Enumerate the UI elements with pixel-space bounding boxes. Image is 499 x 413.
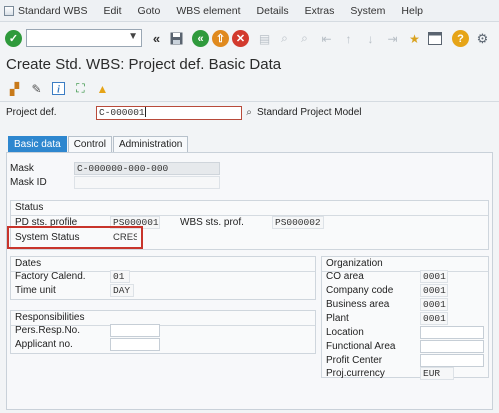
menu-standard-wbs[interactable]: Standard WBS	[18, 5, 87, 17]
wbs-status-profile-label: WBS sts. prof.	[180, 217, 244, 228]
business-area-label: Business area	[326, 299, 390, 310]
factory-calendar-input[interactable]: 01	[110, 270, 130, 283]
mask-id-label: Mask ID	[10, 177, 47, 188]
next-page-icon[interactable]: ↓	[362, 30, 379, 47]
co-area-label: CO area	[326, 271, 364, 282]
wbs-status-profile-input[interactable]: PS000002	[272, 216, 324, 229]
tab-basic-data[interactable]: Basic data	[8, 136, 67, 152]
divider	[0, 101, 499, 102]
menu-wbs-element[interactable]: WBS element	[176, 5, 240, 17]
menu-edit[interactable]: Edit	[103, 5, 121, 17]
status-group-title: Status	[15, 202, 44, 213]
project-def-input[interactable]: C-000001	[96, 106, 242, 120]
co-area-input[interactable]: 0001	[420, 270, 448, 283]
applicant-number-label: Applicant no.	[15, 339, 73, 350]
cancel-icon[interactable]: ✕	[232, 30, 249, 47]
project-currency-label: Proj.currency	[326, 368, 385, 379]
enter-check-icon[interactable]: ✓	[5, 30, 22, 47]
page-title: Create Std. WBS: Project def. Basic Data	[6, 56, 282, 73]
system-status-highlight-frame	[7, 226, 143, 249]
time-unit-input[interactable]: DAY	[110, 284, 134, 297]
text-cursor	[144, 107, 146, 118]
edit-document-icon[interactable]: ✎	[28, 80, 45, 97]
factory-calendar-label: Factory Calend.	[15, 271, 86, 282]
functional-area-label: Functional Area	[326, 341, 396, 352]
group-divider	[11, 215, 488, 216]
responsibilities-group-title: Responsibilities	[15, 312, 85, 323]
search-help-icon[interactable]: ⌕	[243, 106, 255, 119]
project-description: Standard Project Model	[257, 107, 362, 118]
last-page-icon[interactable]: ⇥	[384, 30, 401, 47]
company-code-label: Company code	[326, 285, 394, 296]
profit-center-input[interactable]	[420, 354, 484, 367]
find-next-icon[interactable]: ⌕	[296, 30, 313, 47]
mask-input[interactable]: C-000000-000-000	[74, 162, 220, 175]
project-def-label: Project def.	[6, 107, 57, 118]
chevron-down-icon[interactable]: ▼	[128, 31, 138, 42]
layout-icon[interactable]	[426, 30, 443, 47]
tab-strip: Basic data Control Administration	[8, 136, 189, 152]
back-arrow-icon[interactable]: «	[192, 30, 209, 47]
dates-group-title: Dates	[15, 258, 42, 269]
help-icon[interactable]: ?	[452, 30, 469, 47]
project-def-value: C-000001	[99, 107, 145, 118]
hierarchy-icon[interactable]: ▞	[6, 80, 23, 97]
plant-input[interactable]: 0001	[420, 312, 448, 325]
info-icon[interactable]: i	[50, 80, 67, 97]
person-responsible-label: Pers.Resp.No.	[15, 325, 81, 336]
organization-group-title: Organization	[326, 258, 383, 269]
back-icon[interactable]: «	[148, 30, 165, 47]
plant-label: Plant	[326, 313, 349, 324]
system-menu-icon[interactable]	[4, 5, 14, 16]
settings-icon[interactable]: ⚙	[474, 30, 491, 47]
business-area-input[interactable]: 0001	[420, 298, 448, 311]
structure-icon[interactable]: ⛶	[72, 80, 89, 97]
command-field[interactable]: ▼	[26, 29, 142, 47]
person-responsible-input[interactable]	[110, 324, 160, 337]
tab-control[interactable]: Control	[67, 136, 112, 152]
first-page-icon[interactable]: ⇤	[318, 30, 335, 47]
warning-icon[interactable]: ▲	[94, 80, 111, 97]
create-session-icon[interactable]: ★	[406, 30, 423, 47]
company-code-input[interactable]: 0001	[420, 284, 448, 297]
previous-page-icon[interactable]: ↑	[340, 30, 357, 47]
save-icon[interactable]	[168, 30, 185, 47]
menu-help[interactable]: Help	[401, 5, 423, 17]
project-currency-input[interactable]: EUR	[420, 367, 454, 380]
mask-id-input[interactable]	[74, 176, 220, 189]
menu-bar: Standard WBS Edit Goto WBS element Detai…	[0, 0, 499, 22]
svg-text:i: i	[57, 85, 60, 96]
menu-extras[interactable]: Extras	[305, 5, 335, 17]
functional-area-input[interactable]	[420, 340, 484, 353]
tab-administration[interactable]: Administration	[112, 136, 189, 152]
profit-center-label: Profit Center	[326, 355, 383, 366]
menu-details[interactable]: Details	[257, 5, 289, 17]
location-label: Location	[326, 327, 364, 338]
time-unit-label: Time unit	[15, 285, 56, 296]
menu-system[interactable]: System	[350, 5, 385, 17]
find-icon[interactable]: ⌕	[276, 30, 293, 47]
mask-label: Mask	[10, 163, 34, 174]
applicant-number-input[interactable]	[110, 338, 160, 351]
location-input[interactable]	[420, 326, 484, 339]
print-icon[interactable]: ▤	[256, 30, 273, 47]
standard-toolbar: ✓ ▼ « « ⇧ ✕ ▤ ⌕ ⌕ ⇤ ↑ ↓ ⇥ ★ ? ⚙	[0, 26, 499, 52]
exit-icon[interactable]: ⇧	[212, 30, 229, 47]
menu-goto[interactable]: Goto	[138, 5, 161, 17]
